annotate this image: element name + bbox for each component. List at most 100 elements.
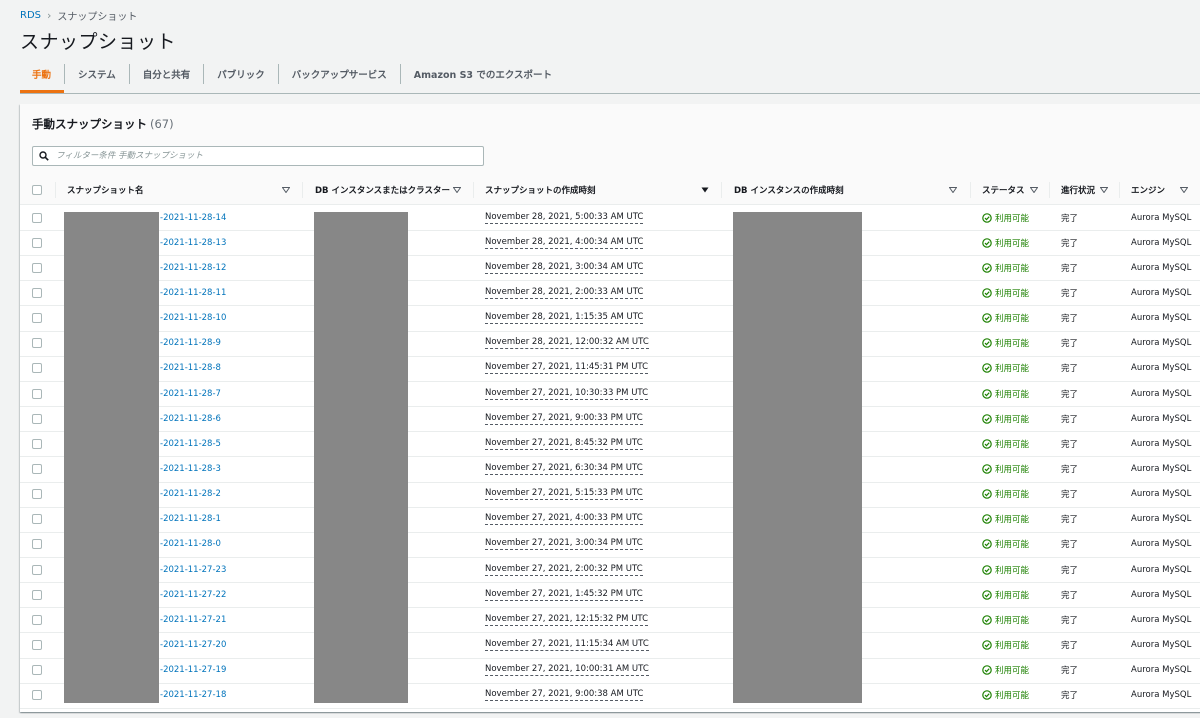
redaction-block (314, 212, 408, 703)
check-circle-icon (982, 212, 992, 223)
row-checkbox[interactable] (32, 313, 42, 324)
snapshot-name-link[interactable]: -2021-11-28-8 (160, 356, 221, 381)
row-checkbox[interactable] (32, 287, 42, 298)
tab-s3-export[interactable]: Amazon S3 でのエクスポート (399, 64, 565, 84)
snapshot-time-text[interactable]: November 28, 2021, 5:00:33 AM UTC (485, 212, 644, 224)
row-checkbox[interactable] (32, 438, 42, 449)
row-checkbox[interactable] (32, 338, 42, 349)
snapshot-name-link[interactable]: -2021-11-27-20 (160, 633, 226, 658)
sort-triangle-icon[interactable] (1030, 176, 1038, 204)
sort-triangle-icon[interactable] (949, 176, 957, 204)
row-checkbox[interactable] (32, 690, 42, 701)
column-divider (55, 182, 56, 198)
snapshot-name-link[interactable]: -2021-11-28-12 (160, 255, 226, 280)
snapshot-time-text[interactable]: November 28, 2021, 3:00:34 AM UTC (485, 262, 644, 274)
status-text: 利用可能 (995, 339, 1030, 350)
tab-backup-service[interactable]: バックアップサービス (277, 64, 400, 84)
table-row: -2021-11-28-2 November 27, 2021, 5:15:33 … (20, 482, 1200, 508)
snapshot-name-link[interactable]: -2021-11-28-6 (160, 406, 221, 431)
row-checkbox[interactable] (32, 640, 42, 651)
snapshot-name-link[interactable]: -2021-11-27-22 (160, 582, 226, 607)
snapshot-name-link[interactable]: -2021-11-27-21 (160, 607, 226, 632)
snapshot-time-text[interactable]: November 27, 2021, 4:00:33 PM UTC (485, 513, 643, 526)
tab-manual[interactable]: 手動 (20, 64, 65, 93)
snapshot-time-text[interactable]: November 27, 2021, 10:30:33 PM UTC (485, 388, 649, 400)
snapshot-time-text[interactable]: November 27, 2021, 11:15:34 AM UTC (485, 639, 649, 652)
status-cell: 利用可能 (982, 582, 1029, 607)
snapshot-name-link[interactable]: -2021-11-27-19 (160, 658, 226, 683)
tab-system[interactable]: システム (64, 64, 129, 84)
row-select-cell (32, 607, 42, 632)
column-header-progress[interactable]: 進行状況 (1061, 176, 1095, 204)
sort-triangle-icon[interactable] (453, 176, 461, 204)
row-checkbox[interactable] (32, 665, 42, 676)
snapshot-name-link[interactable]: -2021-11-28-1 (160, 507, 221, 532)
row-checkbox[interactable] (32, 489, 42, 500)
snapshot-time-text[interactable]: November 27, 2021, 10:00:31 AM UTC (485, 664, 649, 677)
column-header-db-instance[interactable]: DB インスタンスまたはクラスター (315, 176, 450, 204)
column-header-snapshot-time[interactable]: スナップショットの作成時刻 (485, 176, 596, 204)
row-checkbox[interactable] (32, 413, 42, 424)
sort-triangle-icon[interactable] (1180, 176, 1188, 204)
snapshot-time-text[interactable]: November 28, 2021, 4:00:34 AM UTC (485, 237, 644, 249)
snapshot-time-text[interactable]: November 28, 2021, 12:00:32 AM UTC (485, 337, 649, 350)
snapshot-time-text[interactable]: November 27, 2021, 11:45:31 PM UTC (485, 362, 649, 375)
sort-descending-icon[interactable] (701, 176, 709, 204)
snapshot-time-text[interactable]: November 27, 2021, 6:30:34 PM UTC (485, 463, 643, 475)
snapshot-name-link[interactable]: -2021-11-28-7 (160, 381, 221, 406)
table-row: -2021-11-28-5 November 27, 2021, 8:45:32 … (20, 431, 1200, 458)
snapshot-name-link[interactable]: -2021-11-28-10 (160, 306, 226, 331)
row-checkbox[interactable] (32, 614, 42, 625)
snapshot-name-link[interactable]: -2021-11-27-18 (160, 683, 226, 708)
snapshot-time-text[interactable]: November 27, 2021, 5:15:33 PM UTC (485, 488, 643, 501)
row-checkbox[interactable] (32, 262, 42, 273)
column-divider (1049, 182, 1050, 198)
snapshot-time-text[interactable]: November 27, 2021, 9:00:33 PM UTC (485, 413, 643, 425)
column-header-snapshot-name[interactable]: スナップショット名 (67, 176, 144, 204)
row-checkbox[interactable] (32, 539, 42, 550)
filter-input[interactable] (54, 150, 458, 162)
snapshot-time-text[interactable]: November 28, 2021, 2:00:33 AM UTC (485, 287, 644, 299)
tab-public[interactable]: パブリック (203, 64, 278, 84)
snapshot-name-link[interactable]: -2021-11-28-2 (160, 482, 221, 507)
snapshot-name-link[interactable]: -2021-11-28-3 (160, 457, 221, 482)
row-checkbox[interactable] (32, 237, 42, 248)
snapshot-time-cell: November 27, 2021, 11:15:34 AM UTC (485, 633, 649, 658)
snapshot-name-link[interactable]: -2021-11-28-9 (160, 331, 221, 356)
sort-triangle-icon[interactable] (282, 176, 290, 204)
row-checkbox[interactable] (32, 564, 42, 575)
select-all-checkbox[interactable] (32, 185, 42, 195)
filter-box[interactable] (32, 146, 484, 166)
column-header-status[interactable]: ステータス (982, 176, 1025, 204)
snapshot-time-text[interactable]: November 27, 2021, 3:00:34 PM UTC (485, 538, 643, 551)
check-circle-icon (982, 413, 992, 424)
snapshot-name-link[interactable]: -2021-11-28-11 (160, 280, 226, 305)
snapshot-time-text[interactable]: November 27, 2021, 2:00:32 PM UTC (485, 564, 643, 576)
snapshot-name-link[interactable]: -2021-11-27-23 (160, 557, 226, 582)
row-checkbox[interactable] (32, 464, 42, 474)
snapshot-time-text[interactable]: November 27, 2021, 9:00:38 AM UTC (485, 689, 644, 702)
snapshot-time-cell: November 28, 2021, 3:00:34 AM UTC (485, 255, 644, 280)
column-header-instance-time[interactable]: DB インスタンスの作成時刻 (734, 176, 844, 204)
snapshot-time-text[interactable]: November 27, 2021, 8:45:32 PM UTC (485, 438, 643, 450)
row-checkbox[interactable] (32, 388, 42, 399)
snapshot-time-text[interactable]: November 27, 2021, 12:15:32 PM UTC (485, 614, 649, 626)
row-checkbox[interactable] (32, 589, 42, 600)
breadcrumb-rds-link[interactable]: RDS (20, 10, 41, 21)
snapshot-name-link[interactable]: -2021-11-28-5 (160, 431, 221, 456)
snapshot-name-link[interactable]: -2021-11-28-13 (160, 230, 226, 255)
snapshot-time-cell: November 27, 2021, 6:30:34 PM UTC (485, 457, 643, 482)
column-header-engine[interactable]: エンジン (1131, 176, 1165, 204)
snapshot-name-link[interactable]: -2021-11-28-0 (160, 532, 221, 557)
snapshot-time-text[interactable]: November 27, 2021, 1:45:32 PM UTC (485, 589, 643, 601)
snapshot-time-text[interactable]: November 28, 2021, 1:15:35 AM UTC (485, 312, 644, 325)
snapshot-time-cell: November 27, 2021, 1:45:32 PM UTC (485, 582, 643, 607)
row-checkbox[interactable] (32, 363, 42, 374)
tab-shared-with-me[interactable]: 自分と共有 (128, 64, 204, 84)
column-divider (1119, 182, 1120, 198)
row-checkbox[interactable] (32, 212, 42, 223)
table-row: -2021-11-28-7 November 27, 2021, 10:30:33… (20, 381, 1200, 408)
sort-triangle-icon[interactable] (1100, 176, 1108, 204)
row-checkbox[interactable] (32, 514, 42, 525)
snapshot-name-link[interactable]: -2021-11-28-14 (160, 205, 226, 230)
